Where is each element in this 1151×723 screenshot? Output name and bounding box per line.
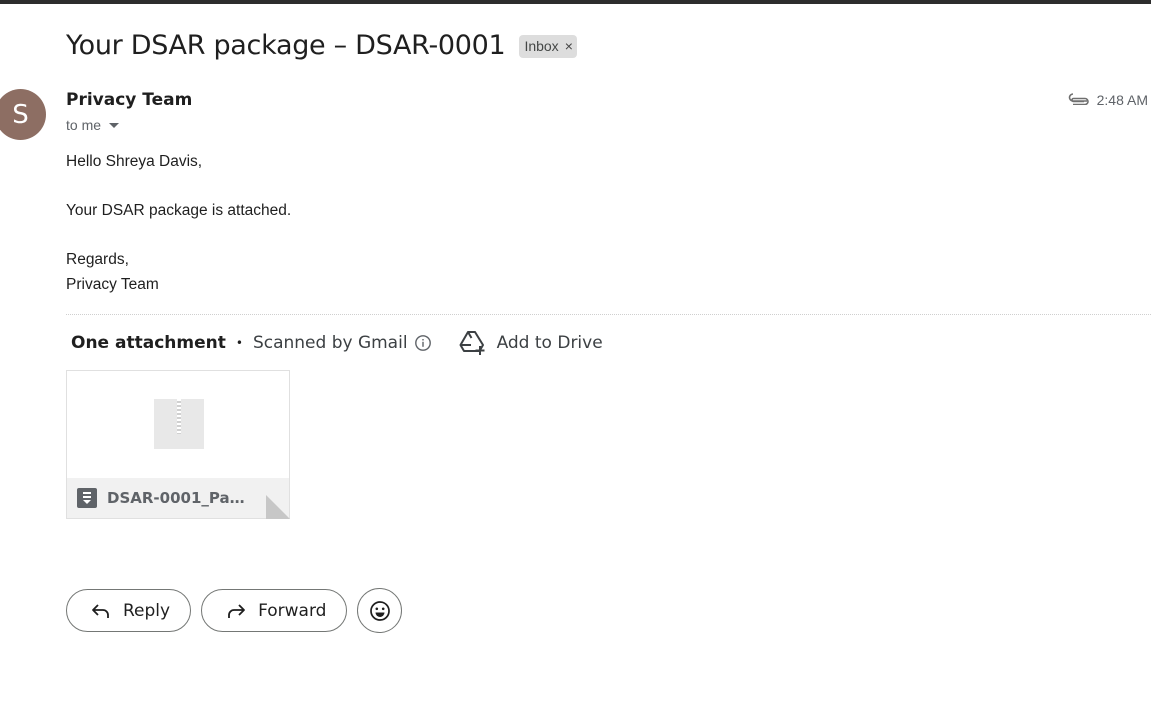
drive-add-icon [459, 331, 485, 355]
attachments-header: One attachment • Scanned by Gmail Add to… [71, 330, 603, 356]
forward-icon [228, 603, 245, 618]
body-line: Your DSAR package is attached. [66, 202, 292, 219]
chevron-down-icon [109, 122, 120, 128]
inbox-label-chip[interactable]: Inbox × [519, 34, 577, 58]
recipient-text: to me [66, 117, 102, 133]
attachment-footer: DSAR-0001_Pack... [67, 478, 289, 518]
email-subject: Your DSAR package – DSAR-0001 [66, 30, 506, 61]
top-bar [0, 0, 1151, 4]
recipient-details-toggle[interactable]: to me [66, 117, 120, 133]
body-closing: Regards, [66, 251, 129, 268]
reply-button[interactable]: Reply [66, 589, 192, 632]
email-body: Hello Shreya Davis, Your DSAR package is… [66, 150, 291, 297]
body-greeting: Hello Shreya Davis, [66, 153, 203, 170]
attachments-divider [66, 314, 1151, 315]
remove-label-button[interactable]: × [565, 38, 573, 54]
add-to-drive-label: Add to Drive [496, 333, 603, 353]
paperclip-icon [1067, 92, 1089, 108]
archive-file-icon [77, 488, 97, 508]
info-icon[interactable] [414, 334, 432, 352]
forward-button[interactable]: Forward [201, 589, 348, 632]
subject-row: Your DSAR package – DSAR-0001 Inbox × [66, 28, 577, 64]
scanned-label: Scanned by Gmail [252, 333, 408, 353]
attachment-count: One attachment [71, 333, 226, 353]
add-to-drive-button[interactable]: Add to Drive [459, 330, 603, 356]
attachment-filename: DSAR-0001_Pack... [107, 489, 247, 507]
emoji-smile-icon [370, 600, 390, 621]
page-fold-corner [266, 495, 290, 519]
avatar-letter: S [12, 99, 29, 130]
body-signature: Privacy Team [66, 275, 159, 293]
message-time[interactable]: 2:48 AM [1097, 92, 1148, 108]
inbox-label-text: Inbox [524, 38, 559, 54]
message-actions: Reply Forward [66, 588, 403, 633]
forward-label: Forward [258, 600, 327, 621]
sender-avatar[interactable]: S [0, 89, 46, 140]
separator-dot: • [235, 336, 243, 350]
sender-name[interactable]: Privacy Team [66, 90, 192, 110]
message-meta: 2:48 AM [1067, 92, 1148, 108]
attachment-card[interactable]: DSAR-0001_Pack... [66, 370, 290, 519]
reply-label: Reply [123, 600, 171, 621]
zip-preview-icon [154, 399, 204, 449]
emoji-reaction-button[interactable] [357, 588, 403, 633]
reply-icon [92, 603, 109, 618]
